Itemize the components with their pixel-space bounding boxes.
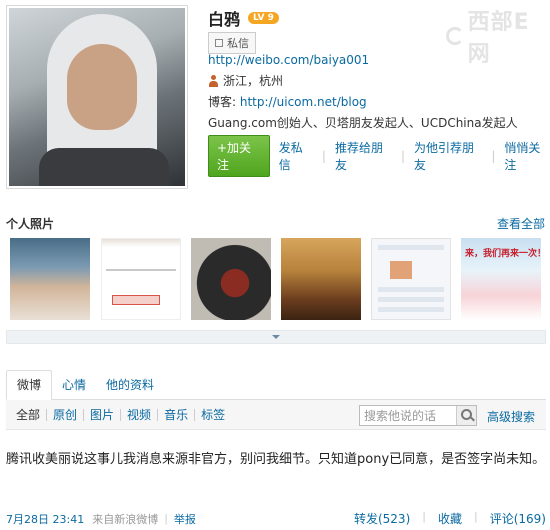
tab-weibo[interactable]: 微博 <box>6 370 53 400</box>
filter-images[interactable]: 图片 <box>90 406 114 423</box>
weibo-url-link[interactable]: http://weibo.com/baiya001 <box>208 53 369 67</box>
divider: | <box>474 510 478 523</box>
post-meta: 7月28日 23:41 来自新浪微博 | 举报 转发(523) | 收藏 | 评… <box>6 510 546 527</box>
blog-url-link[interactable]: http://uicom.net/blog <box>240 95 367 109</box>
favorite-link[interactable]: 收藏 <box>438 510 462 527</box>
report-link[interactable]: 举报 <box>174 511 196 527</box>
post-text: 腾讯收美丽说这事儿我消息来源非官方，别问我细节。只知道pony已同意，是否签字尚… <box>6 452 546 467</box>
divider: | <box>321 149 326 163</box>
photo-thumbnail[interactable]: 来，我们再来一次！ <box>461 238 541 320</box>
photo-thumbnail[interactable] <box>281 238 361 320</box>
photo-thumbnail[interactable] <box>371 238 451 320</box>
chevron-down-icon <box>272 335 280 339</box>
person-icon <box>208 74 219 87</box>
quiet-follow-link[interactable]: 悄悄关注 <box>504 139 550 173</box>
expand-photos-bar[interactable] <box>6 330 546 344</box>
repost-link[interactable]: 转发(523) <box>354 510 410 527</box>
recommend-to-him-link[interactable]: 为他引荐朋友 <box>414 139 482 173</box>
divider <box>194 408 196 421</box>
profile-name: 白鸦 <box>208 10 241 29</box>
divider: | <box>400 149 405 163</box>
comment-link[interactable]: 评论(169) <box>490 510 546 527</box>
watermark-logo-icon <box>446 27 464 45</box>
blog-row: 博客: http://uicom.net/blog <box>208 93 367 110</box>
search-input[interactable] <box>360 406 456 425</box>
post-time-link[interactable]: 7月28日 23:41 <box>6 511 84 527</box>
profile-name-row: 白鸦 LV 9 <box>208 6 279 30</box>
filter-all[interactable]: 全部 <box>16 406 40 423</box>
divider: | <box>164 512 168 525</box>
filter-original[interactable]: 原创 <box>53 406 77 423</box>
checkbox-icon <box>215 39 223 47</box>
post-actions: 转发(523) | 收藏 | 评论(169) <box>354 510 546 527</box>
blog-label: 博客: <box>208 95 237 109</box>
post-search-box <box>359 405 477 426</box>
profile-tabs: 微博 心情 他的资料 <box>6 370 546 400</box>
avatar[interactable] <box>6 5 188 189</box>
filter-videos[interactable]: 视频 <box>127 406 151 423</box>
advanced-search-link[interactable]: 高级搜索 <box>487 408 535 425</box>
site-watermark: 西部E网 <box>446 4 550 68</box>
private-message-badge[interactable]: 私信 <box>208 32 256 54</box>
profile-actions: +加关注 发私信 | 推荐给朋友 | 为他引荐朋友 | 悄悄关注 <box>208 135 550 177</box>
photo-thumbnail[interactable] <box>101 238 181 320</box>
filter-music[interactable]: 音乐 <box>164 406 188 423</box>
photo-text: 来，我们再来一次！ <box>465 249 541 259</box>
level-badge[interactable]: LV 9 <box>248 12 279 24</box>
profile-intro: Guang.com创始人、贝塔朋友发起人、UCDChina发起人 <box>208 116 518 130</box>
recommend-link[interactable]: 推荐给朋友 <box>335 139 392 173</box>
avatar-image <box>9 8 185 186</box>
location: 浙江，杭州 <box>208 72 283 89</box>
follow-button[interactable]: +加关注 <box>208 135 270 177</box>
filter-tags[interactable]: 标签 <box>201 406 225 423</box>
divider: | <box>491 149 496 163</box>
send-message-link[interactable]: 发私信 <box>279 139 313 173</box>
divider <box>83 408 85 421</box>
divider <box>120 408 122 421</box>
see-all-photos-link[interactable]: 查看全部 <box>497 215 545 232</box>
location-text: 浙江，杭州 <box>223 74 284 88</box>
tab-mood[interactable]: 心情 <box>52 371 96 399</box>
tab-profile-info[interactable]: 他的资料 <box>96 371 164 399</box>
divider <box>157 408 159 421</box>
photos-title: 个人照片 <box>6 217 55 231</box>
photo-thumbnail[interactable] <box>191 238 271 320</box>
post-source: 来自新浪微博 <box>92 512 159 526</box>
divider <box>46 408 48 421</box>
search-icon[interactable] <box>456 406 476 425</box>
divider: | <box>422 510 426 523</box>
photo-thumbnail[interactable] <box>10 238 90 320</box>
